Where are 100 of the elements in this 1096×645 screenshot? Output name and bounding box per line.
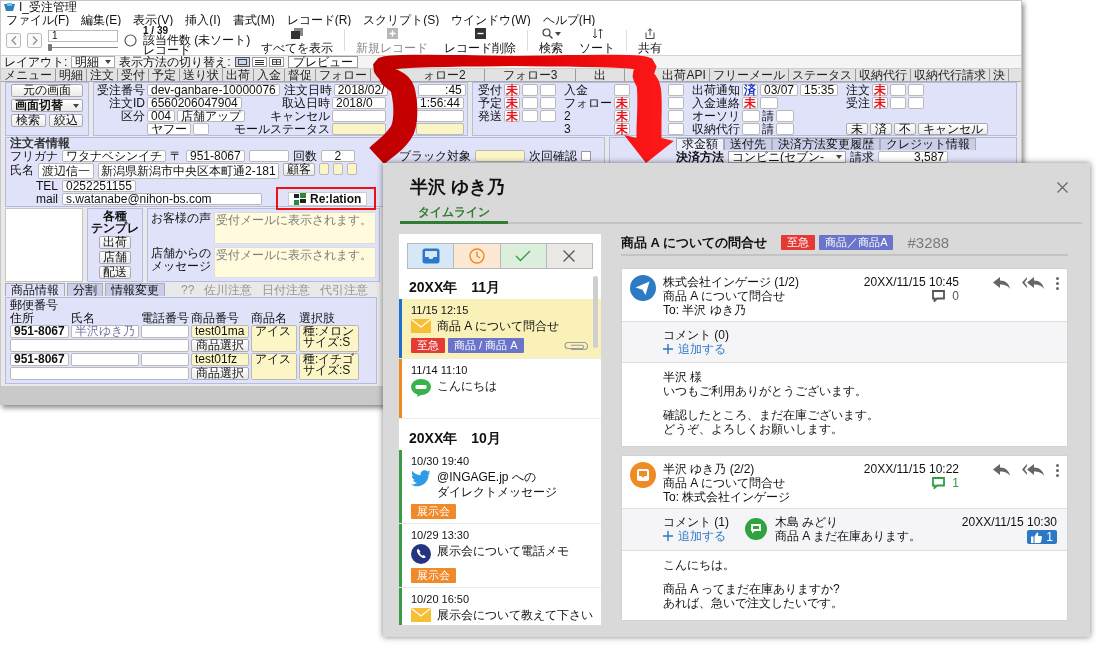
form-button[interactable]: 検索 [11,114,46,127]
forward-button[interactable] [27,33,42,48]
more-icon[interactable] [1056,464,1059,477]
toolbar-button[interactable]: ソート [574,27,621,54]
reply-all-icon[interactable] [1022,277,1044,289]
input-field[interactable]: dev-ganbare-10000076 [147,84,280,96]
timeline-item[interactable]: 11/14 11:10 こんにちは [399,359,601,419]
view-button[interactable] [268,57,284,67]
filter-button[interactable] [546,244,592,268]
tab-button[interactable]: 受付 [118,69,149,81]
input-field[interactable] [908,84,925,96]
status-field[interactable]: 未 [504,110,520,122]
menu-item[interactable]: ファイル(F) [6,14,70,26]
tab-button[interactable]: 決済方法変更履歴 [772,138,880,150]
timeline-item[interactable]: 10/30 19:40 @INGAGE.jp への ダイレクトメッセージ 展示会 [399,450,601,524]
input-field[interactable] [668,123,684,135]
form-button[interactable]: 元の画面 [11,84,83,97]
status-field[interactable]: 済 [742,84,758,96]
comment-icon[interactable] [932,290,946,302]
input-field[interactable]: アイス [251,353,297,380]
input-field[interactable] [193,123,209,135]
form-button[interactable]: 店舗 [99,251,131,264]
tab-button[interactable]: 送り状 [180,69,223,81]
record-number-field[interactable]: 1 [48,30,118,42]
input-field[interactable] [332,110,386,122]
input-field[interactable] [668,84,684,96]
input-field[interactable]: test01fz [191,353,249,366]
input-field[interactable]: 2018/02/ [333,84,388,96]
tab-button[interactable]: フォロー [316,69,371,81]
slider-thumb[interactable] [48,44,52,51]
timeline-tab[interactable]: タイムライン [400,205,508,224]
input-field[interactable]: 新潟県新潟市中央区本町通2-181 [98,163,279,179]
timeline-item[interactable]: 10/29 13:30 展示会について電話メモ 展示会 [399,524,601,588]
input-field[interactable] [416,110,464,122]
tab-button[interactable]: フリーメール [709,69,789,81]
input-field[interactable]: 店舗アップ [177,110,246,122]
input-field[interactable]: アイス [251,325,297,352]
form-button[interactable]: 絞込 [48,114,83,127]
input-field[interactable] [332,123,386,135]
status-field[interactable]: 未 [614,110,630,122]
scrollbar[interactable] [593,276,598,348]
tab-button[interactable]: 収納代行 [855,69,911,81]
input-field[interactable] [668,97,684,109]
input-field[interactable] [248,150,289,162]
filter-button[interactable] [500,244,547,268]
input-field[interactable]: 951-8067 [10,325,69,338]
tab-button[interactable]: 収納代行請求 [910,69,990,81]
tab-button[interactable]: クレジット情報 [880,138,976,150]
tab-button[interactable]: 決 [989,69,1009,81]
form-button[interactable]: 済 [870,123,893,135]
tab-button[interactable]: 求金額 [676,138,724,150]
input-field[interactable] [614,84,630,96]
tab-button[interactable]: 分割 [67,283,103,296]
form-button[interactable]: キャンセル [918,123,989,135]
reply-icon[interactable] [993,277,1010,289]
input-field[interactable] [776,123,794,135]
reply-icon[interactable] [993,464,1010,476]
tab-button[interactable]: 送付先 [724,138,772,150]
input-field[interactable] [318,163,329,175]
tab-button[interactable]: 商品情報 [5,283,65,296]
input-field[interactable] [742,123,760,135]
status-field[interactable]: 未 [504,84,520,96]
input-field[interactable]: 0252251155 [62,180,136,192]
input-field[interactable] [522,97,538,109]
input-field[interactable] [10,339,189,352]
input-field[interactable] [908,97,925,109]
timeline-item[interactable]: 11/15 12:15 商品 A について問合せ 至急 商品 / 商品 A [399,299,601,359]
input-field[interactable] [890,97,907,109]
tab-button[interactable]: 出 [576,69,626,81]
back-button[interactable] [6,33,21,48]
tab-button[interactable]: 情報変更 [105,283,165,296]
close-icon[interactable] [1057,181,1068,193]
input-field[interactable]: 半沢ゆき乃 [71,325,139,338]
input-field[interactable]: 2018/0 [332,97,386,109]
input-field[interactable] [890,84,907,96]
tab-button[interactable]: 明細 [56,69,87,81]
input-field[interactable] [522,110,538,122]
preview-button[interactable]: プレビュー [287,56,358,68]
input-field[interactable] [742,110,760,122]
add-comment-link[interactable]: 追加する [663,529,726,543]
input-field[interactable] [141,353,189,366]
input-field[interactable]: 3,587 [878,151,948,163]
input-field[interactable] [346,163,357,175]
input-field[interactable] [10,367,189,380]
input-field[interactable]: 1:56:44 [416,97,464,109]
menu-item[interactable]: 表示(V) [133,14,174,26]
input-field[interactable]: 種:イチゴ サイズ:S [299,353,359,380]
view-button[interactable] [234,57,250,67]
menu-item[interactable]: ヘルプ(H) [542,14,596,26]
form-button[interactable]: 商品選択 [191,339,249,352]
input-field[interactable] [668,110,684,122]
menu-item[interactable]: 編集(E) [81,14,122,26]
menu-item[interactable]: ウインドウ(W) [451,14,531,26]
input-field[interactable] [540,110,556,122]
input-field[interactable]: 15:35 [800,84,839,96]
form-button[interactable]: 商品選択 [191,367,249,380]
tab-button[interactable]: 督促 [285,69,316,81]
input-field[interactable]: 951-8067 [186,150,245,162]
input-field[interactable]: 03/07 [760,84,799,96]
add-comment-link[interactable]: 追加する [663,342,726,356]
